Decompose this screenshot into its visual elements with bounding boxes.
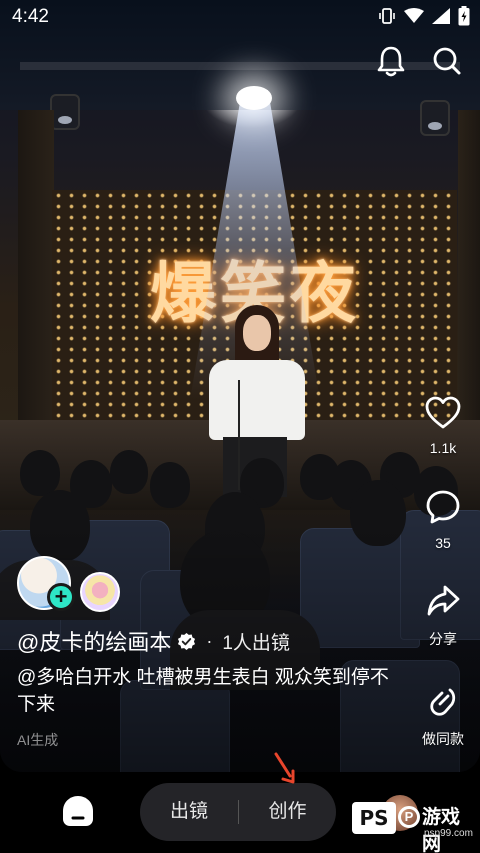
watermark-p: P <box>398 806 420 828</box>
home-button[interactable] <box>60 793 96 829</box>
arrow-annotation <box>274 752 295 784</box>
share-label: 分享 <box>429 631 457 647</box>
comment-button[interactable]: 35 <box>416 488 470 551</box>
appear-button[interactable]: 出镜 <box>140 783 238 841</box>
remix-label: 做同款 <box>422 731 464 747</box>
ai-generated-tag: AI生成 <box>17 732 59 748</box>
remix-button[interactable]: 做同款 <box>416 682 470 749</box>
performer-face <box>243 315 271 351</box>
audience-head <box>150 462 190 508</box>
collab-count[interactable]: 1人出镜 <box>222 628 290 655</box>
like-button[interactable]: 1.1k <box>416 395 470 456</box>
battery-icon <box>458 6 470 31</box>
create-button[interactable]: 创作 <box>239 783 336 841</box>
share-button[interactable]: 分享 <box>416 582 470 649</box>
share-icon <box>427 585 460 616</box>
verified-icon <box>178 632 196 650</box>
audience-head <box>110 450 148 494</box>
signal-icon <box>432 8 450 29</box>
spotlight-source <box>236 86 272 110</box>
comment-count: 35 <box>435 535 451 551</box>
comment-icon <box>426 490 460 524</box>
vibrate-icon <box>378 7 396 30</box>
video-caption[interactable]: @多哈白开水 吐槽被男生表白 观众笑到停不下来 <box>17 664 397 718</box>
status-icons <box>378 6 470 31</box>
audience-head <box>20 450 60 496</box>
status-bar: 4:42 <box>0 0 480 34</box>
remix-icon <box>430 688 456 716</box>
bell-icon <box>377 46 405 77</box>
collab-avatar[interactable] <box>80 572 120 612</box>
notifications-button[interactable] <box>374 44 408 78</box>
search-icon <box>433 47 461 75</box>
wifi-icon <box>404 8 424 29</box>
watermark-logo: PS <box>352 802 396 834</box>
performer-shirt <box>209 360 305 440</box>
author-name[interactable]: @皮卡的绘画本 <box>17 625 171 657</box>
heart-icon <box>425 396 461 429</box>
stage-lamp <box>50 94 80 130</box>
follow-button[interactable]: + <box>47 583 75 611</box>
stage-lamp <box>420 100 450 136</box>
site-watermark: PS P 游戏网 psp99.com <box>352 802 476 853</box>
status-time: 4:42 <box>12 6 49 27</box>
separator-dot: · <box>206 630 213 651</box>
search-button[interactable] <box>430 44 464 78</box>
home-icon <box>63 796 93 826</box>
like-count: 1.1k <box>429 440 457 456</box>
watermark-url: psp99.com <box>424 828 473 839</box>
author-line: @皮卡的绘画本 · 1人出镜 <box>17 626 290 656</box>
